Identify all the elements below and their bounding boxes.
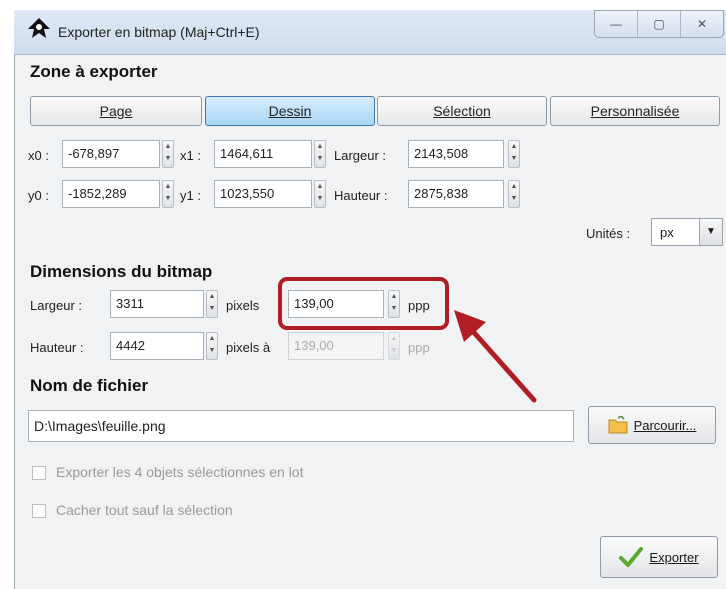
window-title: Exporter en bitmap (Maj+Ctrl+E) <box>58 24 260 40</box>
height-input[interactable]: 2875,838 <box>408 180 504 208</box>
hide-except-selection-label: Cacher tout sauf la sélection <box>56 502 233 518</box>
batch-export-label: Exporter les 4 objets sélectionnes en lo… <box>56 464 304 480</box>
bitmap-height-spinner[interactable]: ▲ ▼ <box>206 332 218 360</box>
browse-label: Parcourir... <box>633 417 697 433</box>
batch-export-checkbox[interactable] <box>32 466 46 480</box>
close-button[interactable]: ✕ <box>681 11 723 37</box>
annotation-highlight <box>278 277 449 330</box>
y0-spinner[interactable]: ▲ ▼ <box>162 180 174 208</box>
x0-input[interactable]: -678,897 <box>62 140 160 168</box>
units-label: Unités : <box>586 226 631 241</box>
pixels-label: pixels <box>226 298 260 313</box>
annotation-arrow-icon <box>454 310 537 403</box>
drawing-button[interactable]: Dessin <box>205 96 375 126</box>
page-button[interactable]: Page <box>30 96 202 126</box>
bitmap-height-input[interactable]: 4442 <box>110 332 204 360</box>
y0-input[interactable]: -1852,289 <box>62 180 160 208</box>
bitmap-title: Dimensions du bitmap <box>30 262 213 281</box>
pixels-at-label: pixels à <box>226 340 271 355</box>
bitmap-width-label: Largeur : <box>30 298 83 313</box>
folder-icon <box>608 416 628 434</box>
export-label: Exporter <box>649 549 699 565</box>
filename-input[interactable]: D:\Images\feuille.png <box>28 410 574 442</box>
y1-label: y1 : <box>180 188 201 203</box>
width-input[interactable]: 2143,508 <box>408 140 504 168</box>
chevron-down-icon[interactable]: ▼ <box>699 219 722 245</box>
minimize-button[interactable]: — <box>595 11 638 37</box>
filename-title: Nom de fichier <box>30 376 149 395</box>
x1-label: x1 : <box>180 148 201 163</box>
units-select[interactable]: px ▼ <box>651 218 723 246</box>
maximize-button[interactable]: ▢ <box>638 11 681 37</box>
inkscape-logo-icon <box>28 18 50 38</box>
zone-title: Zone à exporter <box>30 62 158 81</box>
width-label: Largeur : <box>334 148 387 163</box>
height-label: Hauteur : <box>334 188 388 203</box>
width-spinner[interactable]: ▲ ▼ <box>508 140 520 168</box>
x0-spinner[interactable]: ▲ ▼ <box>162 140 174 168</box>
selection-button[interactable]: Sélection <box>377 96 547 126</box>
window-controls: — ▢ ✕ <box>594 10 724 38</box>
bitmap-height-label: Hauteur : <box>30 340 84 355</box>
x0-label: x0 : <box>28 148 49 163</box>
browse-button[interactable]: Parcourir... <box>588 406 716 444</box>
bitmap-width-input[interactable]: 3311 <box>110 290 204 318</box>
custom-button[interactable]: Personnalisée <box>550 96 720 126</box>
dpi-input-disabled: 139,00 <box>288 332 384 360</box>
y0-label: y0 : <box>28 188 49 203</box>
y1-input[interactable]: 1023,550 <box>214 180 312 208</box>
y1-spinner[interactable]: ▲ ▼ <box>314 180 326 208</box>
export-button[interactable]: Exporter <box>600 536 718 578</box>
x1-input[interactable]: 1464,611 <box>214 140 312 168</box>
hide-except-selection-checkbox[interactable] <box>32 504 46 518</box>
height-spinner[interactable]: ▲ ▼ <box>508 180 520 208</box>
x1-spinner[interactable]: ▲ ▼ <box>314 140 326 168</box>
bitmap-width-spinner[interactable]: ▲ ▼ <box>206 290 218 318</box>
dpi-unit-disabled: ppp <box>408 340 430 355</box>
dpi-spinner-disabled: ▲ ▼ <box>388 332 400 360</box>
units-value: px <box>660 225 674 240</box>
checkmark-icon <box>619 547 644 567</box>
